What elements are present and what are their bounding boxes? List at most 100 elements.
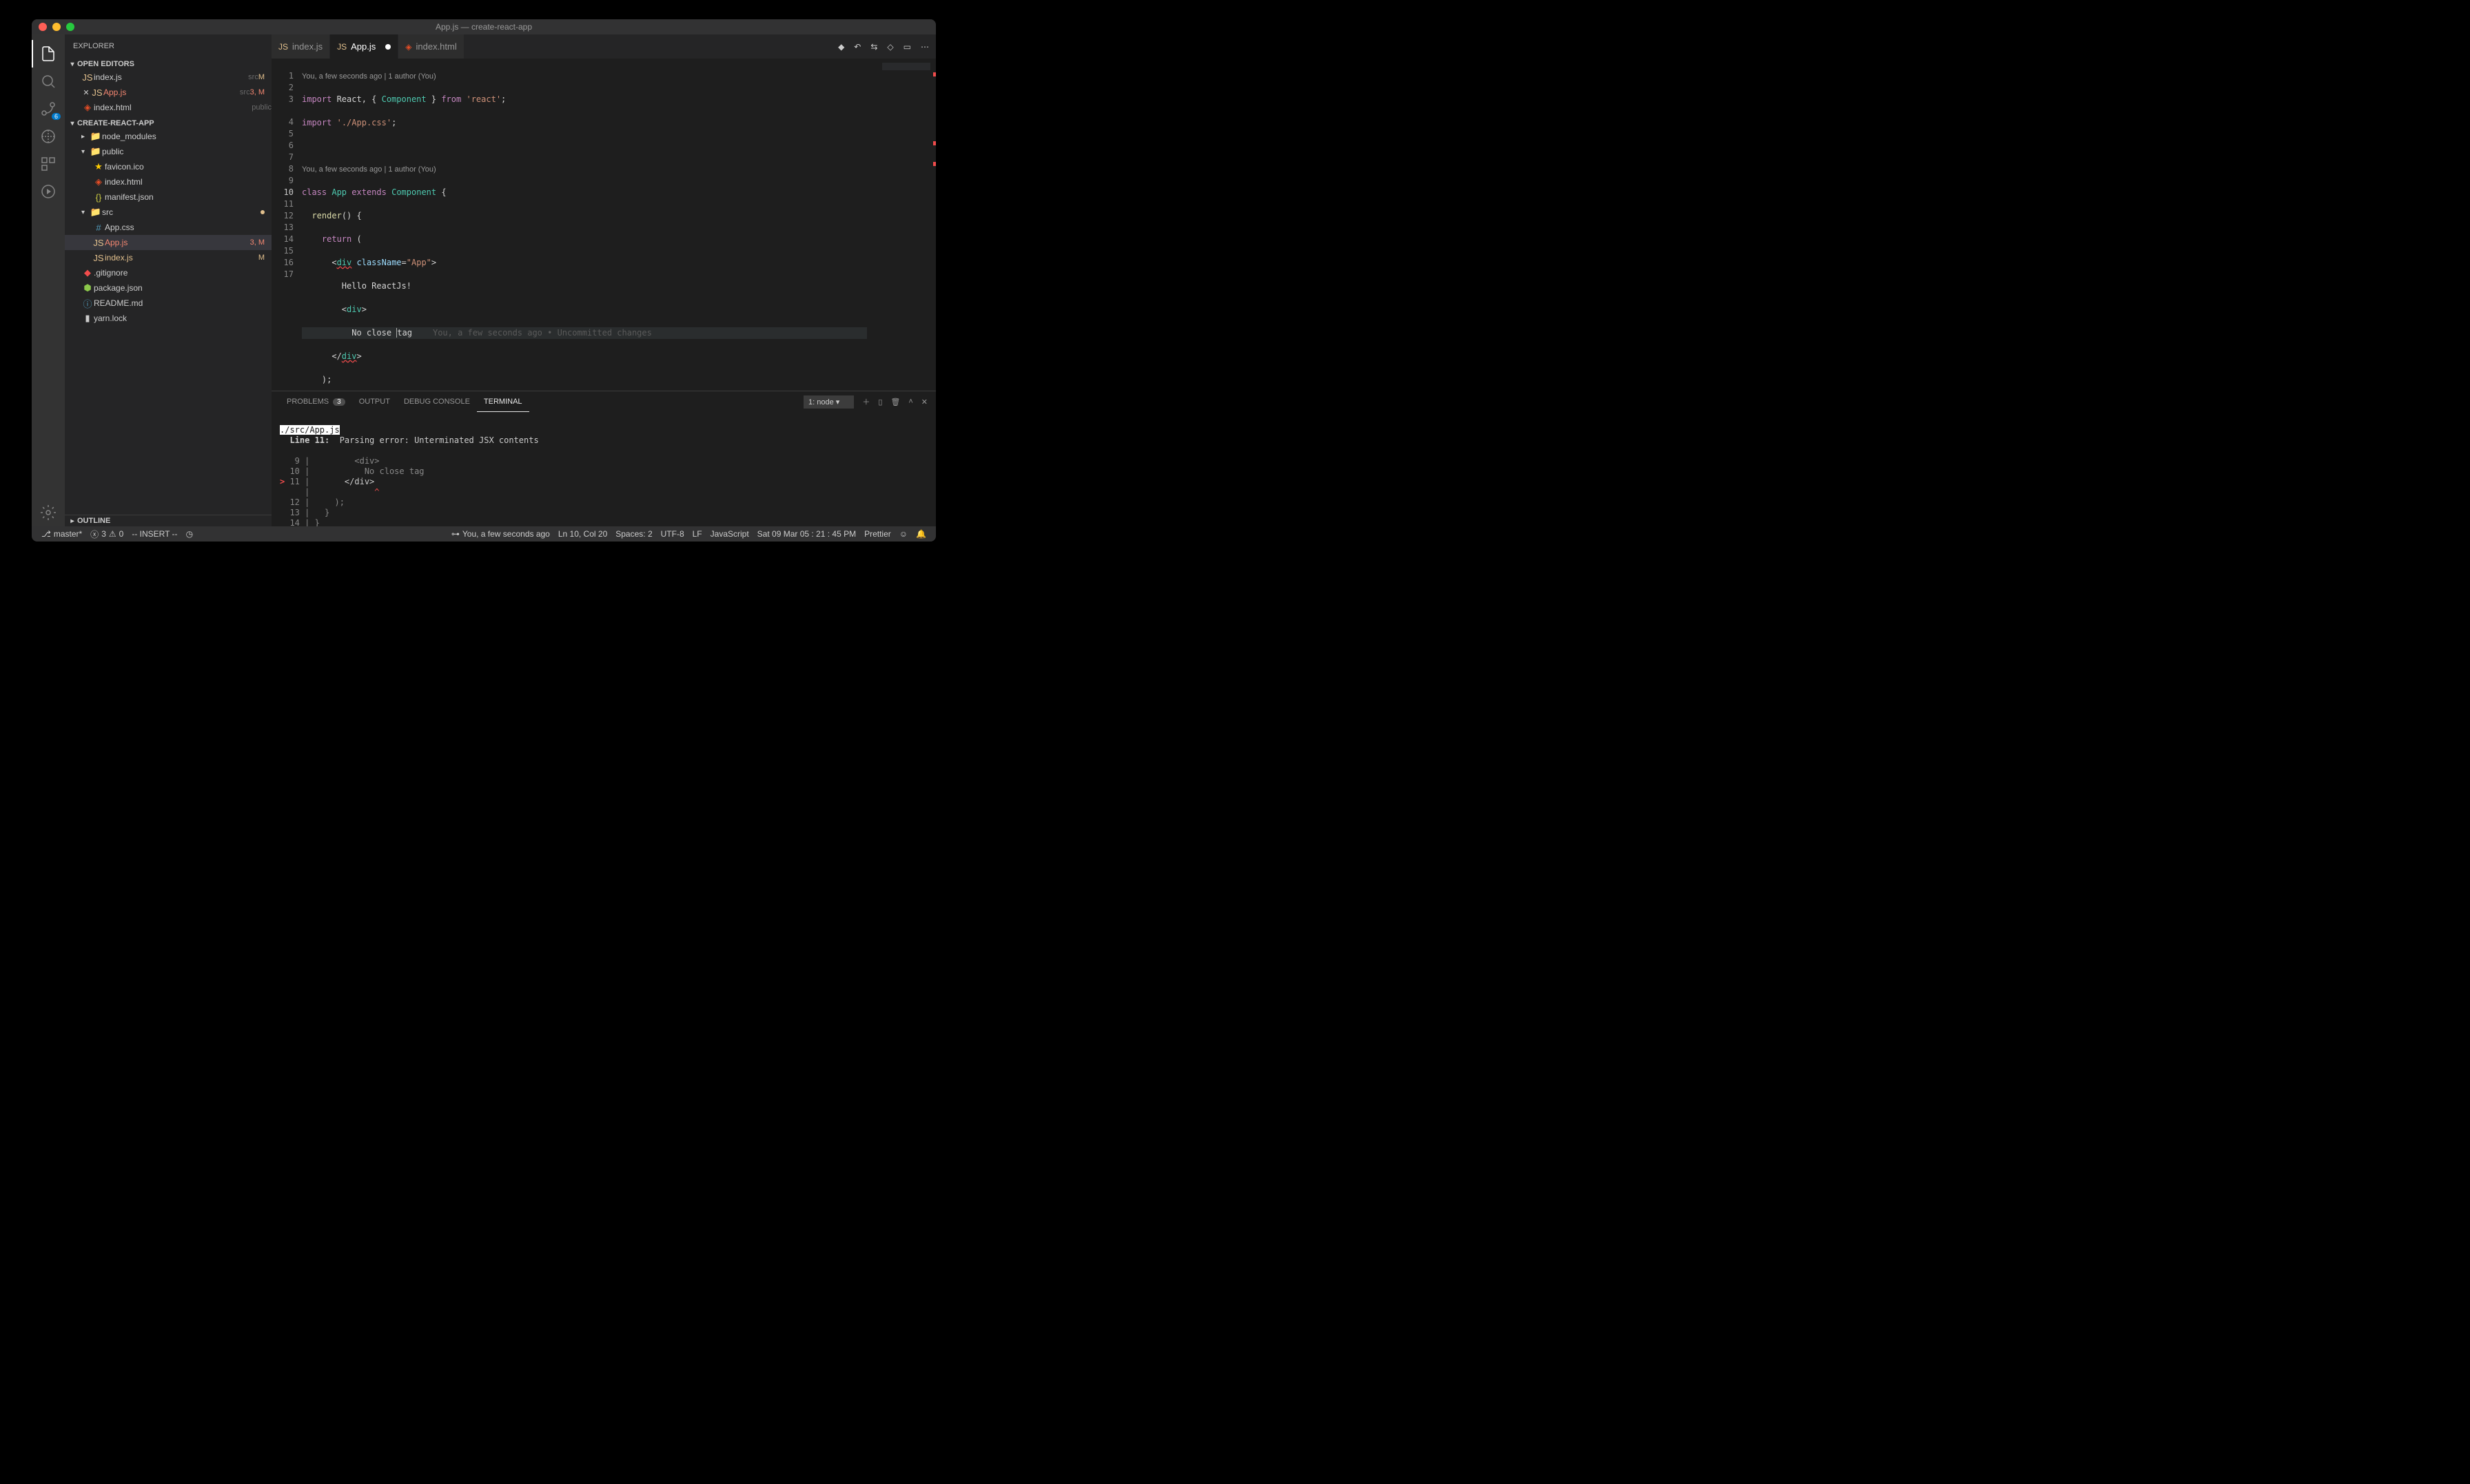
folder-icon: 📁 xyxy=(90,131,102,142)
file-item[interactable]: ★favicon.ico xyxy=(65,159,272,174)
file-item[interactable]: ◈index.html xyxy=(65,174,272,189)
debug-icon[interactable] xyxy=(32,123,65,150)
codelens[interactable]: You, a few seconds ago | 1 author (You) xyxy=(302,164,936,175)
code-area[interactable]: You, a few seconds ago | 1 author (You) … xyxy=(302,59,936,391)
file-icon: ★ xyxy=(92,161,105,172)
split-terminal-icon[interactable]: ▯ xyxy=(878,398,882,406)
file-label: README.md xyxy=(94,298,272,308)
file-item[interactable]: #App.css xyxy=(65,220,272,235)
split-editor-icon[interactable]: ▭ xyxy=(904,42,911,52)
open-editors-header[interactable]: ▾ OPEN EDITORS xyxy=(65,59,272,70)
terminal-body[interactable]: ./src/App.js Line 11: Parsing error: Unt… xyxy=(272,412,936,526)
close-icon[interactable]: ✕ xyxy=(81,88,91,97)
file-item[interactable]: JSindex.jsM xyxy=(65,250,272,265)
tab-output[interactable]: OUTPUT xyxy=(352,391,397,412)
file-label: App.js xyxy=(105,238,250,247)
file-icon: ⓘ xyxy=(81,297,94,310)
folder-item[interactable]: ▸📁node_modules xyxy=(65,129,272,144)
tab-debug-console[interactable]: DEBUG CONSOLE xyxy=(397,391,477,412)
liveshare-icon[interactable] xyxy=(32,178,65,205)
file-tree: ▸📁node_modules▾📁public★favicon.ico◈index… xyxy=(65,129,272,329)
outline-header[interactable]: ▸ OUTLINE xyxy=(65,515,272,526)
vim-mode: -- INSERT -- xyxy=(127,529,181,539)
file-label: .gitignore xyxy=(94,268,272,278)
scm-badge: 6 xyxy=(52,113,61,120)
line-gutter: 123 4567 891011 12131415 1617 xyxy=(272,59,302,391)
clock-icon[interactable]: ◷ xyxy=(182,529,197,539)
minimap[interactable] xyxy=(867,59,936,391)
html-icon: ◈ xyxy=(405,42,411,52)
terminal-select[interactable]: 1: node ▾ xyxy=(804,395,854,409)
close-window-icon[interactable] xyxy=(39,23,47,31)
file-label: index.js xyxy=(105,253,258,262)
folder-icon: 📁 xyxy=(90,207,102,218)
cursor-position[interactable]: Ln 10, Col 20 xyxy=(554,529,611,539)
settings-gear-icon[interactable] xyxy=(32,499,65,526)
titlebar: App.js — create-react-app xyxy=(32,19,936,34)
file-icon: JS xyxy=(92,238,105,248)
chevron-icon: ▾ xyxy=(81,148,90,156)
open-editor-item[interactable]: JS index.js src M xyxy=(65,70,272,85)
editor-group: JS index.js JS App.js ◈ index.html ◆ ↶ ⇆ xyxy=(272,34,936,526)
editor[interactable]: 123 4567 891011 12131415 1617 You, a few… xyxy=(272,59,936,391)
git-blame[interactable]: ⊶ You, a few seconds ago xyxy=(447,529,554,539)
revert-icon[interactable]: ↶ xyxy=(854,42,861,52)
close-panel-icon[interactable]: ✕ xyxy=(921,398,928,406)
search-icon[interactable] xyxy=(32,68,65,95)
tab-index-html[interactable]: ◈ index.html xyxy=(398,34,464,59)
codelens[interactable]: You, a few seconds ago | 1 author (You) xyxy=(302,71,936,82)
nav-icon[interactable]: ◇ xyxy=(887,42,893,52)
file-icon: ◈ xyxy=(92,176,105,187)
encoding[interactable]: UTF-8 xyxy=(657,529,688,539)
git-branch[interactable]: ⎇ master* xyxy=(37,529,86,539)
tabs-bar: JS index.js JS App.js ◈ index.html ◆ ↶ ⇆ xyxy=(272,34,936,59)
maximize-window-icon[interactable] xyxy=(66,23,74,31)
explorer-icon[interactable] xyxy=(32,40,65,68)
extensions-icon[interactable] xyxy=(32,150,65,178)
file-label: index.html xyxy=(105,177,272,187)
prettier[interactable]: Prettier xyxy=(860,529,895,539)
file-icon: ◆ xyxy=(81,267,94,278)
minimize-window-icon[interactable] xyxy=(52,23,61,31)
scm-icon[interactable]: 6 xyxy=(32,95,65,123)
panel: PROBLEMS 3 OUTPUT DEBUG CONSOLE TERMINAL… xyxy=(272,391,936,526)
editor-actions: ◆ ↶ ⇆ ◇ ▭ ⋯ xyxy=(831,34,936,59)
dirty-dot-icon xyxy=(385,44,391,50)
indentation[interactable]: Spaces: 2 xyxy=(611,529,656,539)
maximize-panel-icon[interactable]: ˄ xyxy=(908,398,912,406)
file-item[interactable]: ⬢package.json xyxy=(65,280,272,296)
project-header[interactable]: ▾ CREATE-REACT-APP xyxy=(65,118,272,129)
open-editors-list: JS index.js src M ✕ JS App.js src 3, M ◈… xyxy=(65,70,272,118)
file-label: package.json xyxy=(94,283,272,293)
eol[interactable]: LF xyxy=(688,529,706,539)
language-mode[interactable]: JavaScript xyxy=(706,529,753,539)
open-editor-item[interactable]: ✕ JS App.js src 3, M xyxy=(65,85,272,100)
js-icon: JS xyxy=(81,72,94,83)
panel-tabs: PROBLEMS 3 OUTPUT DEBUG CONSOLE TERMINAL… xyxy=(272,391,936,412)
tab-app-js[interactable]: JS App.js xyxy=(330,34,398,59)
folder-item[interactable]: ▾📁src xyxy=(65,205,272,220)
chevron-down-icon: ▾ xyxy=(68,120,77,127)
file-item[interactable]: ⓘREADME.md xyxy=(65,296,272,311)
bell-icon[interactable]: 🔔 xyxy=(912,529,930,539)
compare-icon[interactable]: ◆ xyxy=(838,42,844,52)
git-status: 3, M xyxy=(250,238,272,247)
file-item[interactable]: {}manifest.json xyxy=(65,189,272,205)
file-item[interactable]: ▮yarn.lock xyxy=(65,311,272,326)
vscode-window: App.js — create-react-app 6 xyxy=(32,19,936,542)
tab-index-js[interactable]: JS index.js xyxy=(272,34,330,59)
file-item[interactable]: JSApp.js3, M xyxy=(65,235,272,250)
errors-warnings[interactable]: ⓧ3 ⚠0 xyxy=(86,528,127,540)
modified-dot-icon xyxy=(261,210,265,214)
file-icon: {} xyxy=(92,192,105,203)
tab-problems[interactable]: PROBLEMS 3 xyxy=(280,391,352,412)
kill-terminal-icon[interactable]: 🗑 xyxy=(890,398,900,406)
tab-terminal[interactable]: TERMINAL xyxy=(477,391,529,412)
new-terminal-icon[interactable]: ＋ xyxy=(862,396,870,407)
open-editor-item[interactable]: ◈ index.html public xyxy=(65,100,272,115)
file-item[interactable]: ◆.gitignore xyxy=(65,265,272,280)
diff-icon[interactable]: ⇆ xyxy=(870,42,877,52)
folder-item[interactable]: ▾📁public xyxy=(65,144,272,159)
feedback-icon[interactable]: ☺ xyxy=(895,529,912,539)
more-icon[interactable]: ⋯ xyxy=(921,42,929,52)
